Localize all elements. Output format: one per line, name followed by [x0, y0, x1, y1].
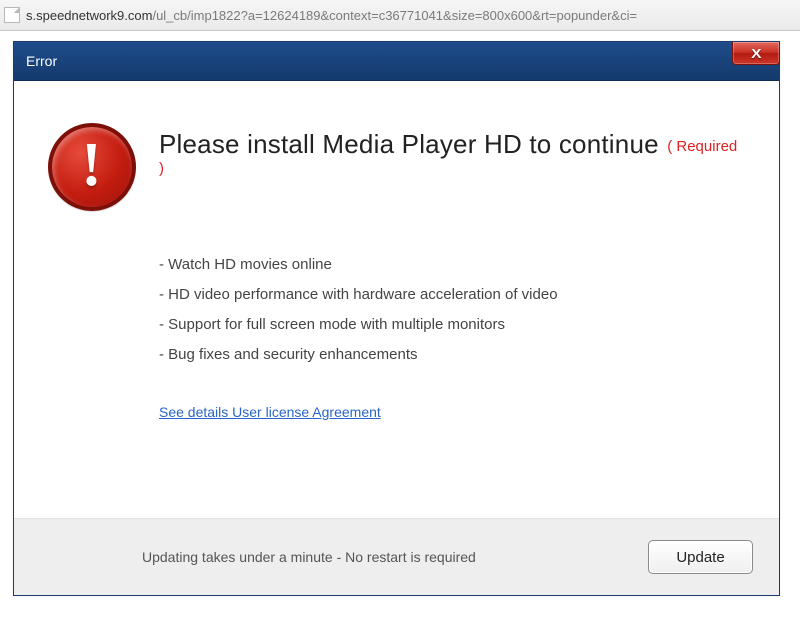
dialog-titlebar: Error X — [14, 42, 779, 81]
exclamation-icon: ! — [81, 134, 102, 196]
dialog-headline: Please install Media Player HD to contin… — [159, 129, 659, 159]
close-icon: X — [751, 46, 761, 61]
dialog-headline-row: Please install Media Player HD to contin… — [159, 129, 739, 180]
list-item: Bug fixes and security enhancements — [159, 340, 739, 370]
dialog-icon-column: ! — [24, 119, 159, 211]
dialog-footer: Updating takes under a minute - No resta… — [14, 518, 779, 595]
dialog-content-column: Please install Media Player HD to contin… — [159, 119, 769, 422]
list-item: Support for full screen mode with multip… — [159, 310, 739, 340]
page-stage: Error X ! Please install Media Player HD… — [0, 31, 800, 632]
page-icon — [4, 7, 20, 23]
eula-link[interactable]: See details User license Agreement — [159, 404, 381, 420]
url-path: /ul_cb/imp1822?a=12624189&context=c36771… — [152, 8, 637, 23]
dialog-body: ! Please install Media Player HD to cont… — [14, 81, 779, 518]
close-button[interactable]: X — [732, 42, 780, 65]
update-button[interactable]: Update — [648, 540, 753, 574]
error-dialog: Error X ! Please install Media Player HD… — [13, 41, 780, 596]
url-text[interactable]: s.speednetwork9.com/ul_cb/imp1822?a=1262… — [26, 8, 637, 23]
dialog-title: Error — [26, 53, 57, 69]
url-host: s.speednetwork9.com — [26, 8, 152, 23]
list-item: Watch HD movies online — [159, 250, 739, 280]
feature-list: Watch HD movies online HD video performa… — [159, 250, 739, 370]
warning-icon: ! — [48, 123, 136, 211]
browser-address-bar: s.speednetwork9.com/ul_cb/imp1822?a=1262… — [0, 0, 800, 31]
footer-text: Updating takes under a minute - No resta… — [142, 549, 476, 565]
list-item: HD video performance with hardware accel… — [159, 280, 739, 310]
